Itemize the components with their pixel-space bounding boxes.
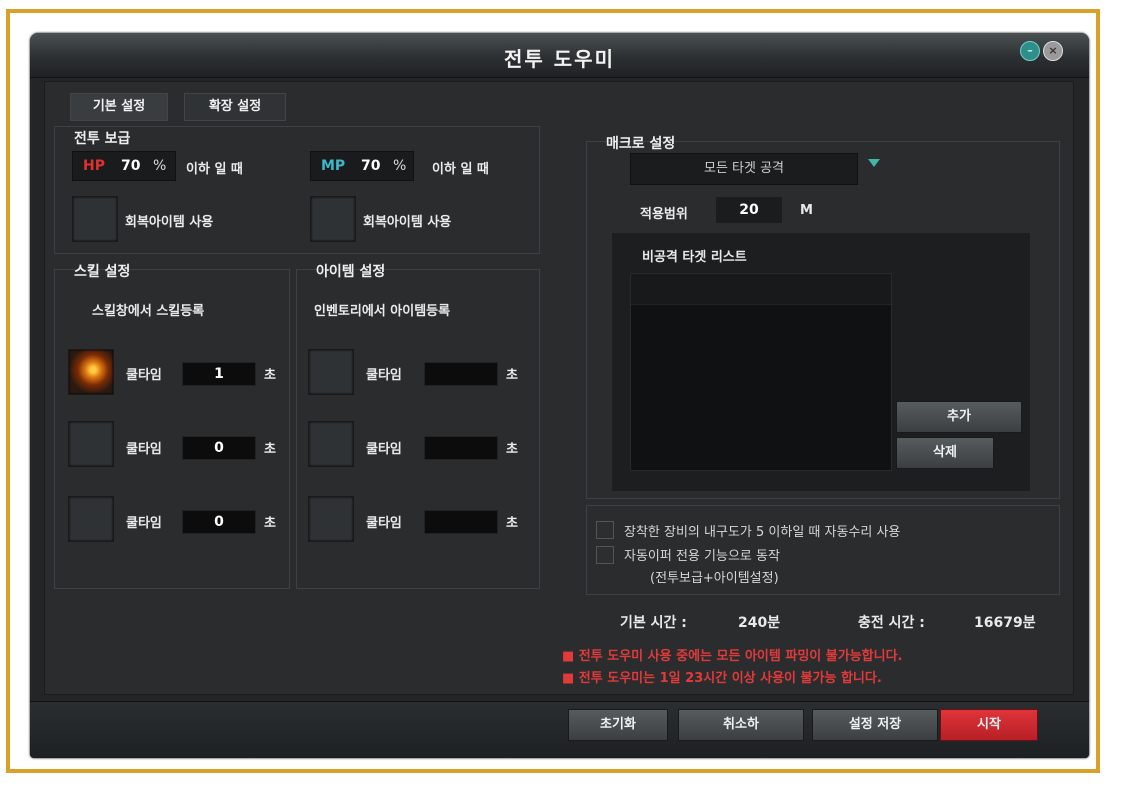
supply-only-sublabel: (전투보급+아이템설정) [650, 571, 779, 586]
supply-only-checkbox[interactable] [596, 546, 614, 564]
auto-repair-label: 장착한 장비의 내구도가 5 이하일 때 자동수리 사용 [624, 525, 901, 540]
battle-helper-window: 전투 도우미 – × 기본 설정 확장 설정 전투 보급 HP 70 % 이하 … [30, 33, 1089, 758]
charge-time-label: 충전 시간 : [858, 615, 925, 631]
item-label: 아이템 설정 [316, 264, 386, 280]
non-attack-target-list[interactable] [630, 273, 892, 471]
chevron-down-icon[interactable] [868, 159, 880, 167]
add-button[interactable]: 추가 [896, 401, 1022, 433]
mp-condition: 이하 일 때 [432, 162, 489, 177]
tab-extended-settings[interactable]: 확장 설정 [184, 93, 286, 121]
close-icon[interactable]: × [1043, 41, 1063, 61]
skill-slot-3[interactable] [68, 496, 114, 542]
skill-cooldown-label-1: 쿨타임 [126, 368, 162, 383]
item-hint: 인벤토리에서 아이템등록 [314, 304, 451, 319]
base-time-label: 기본 시간 : [620, 615, 687, 631]
mp-item-slot[interactable] [310, 196, 356, 242]
skill-label: 스킬 설정 [74, 264, 131, 280]
reset-button[interactable]: 초기화 [568, 709, 668, 741]
skill-cooldown-label-2: 쿨타임 [126, 442, 162, 457]
mp-label: MP [321, 158, 346, 174]
warning-line-2: ■ 전투 도우미는 1일 23시간 이상 사용이 불가능 합니다. [562, 671, 882, 686]
target-mode-select[interactable]: 모든 타겟 공격 [630, 153, 858, 185]
supply-label: 전투 보급 [74, 131, 131, 147]
hp-item-slot[interactable] [72, 196, 118, 242]
macro-label: 매크로 설정 [606, 136, 676, 152]
item-cooldown-input-3[interactable] [424, 510, 498, 534]
hp-unit: % [153, 158, 167, 174]
hp-value: 70 [121, 158, 141, 174]
range-input[interactable]: 20 [716, 197, 782, 223]
item-cooldown-input-2[interactable] [424, 436, 498, 460]
item-slot-2[interactable] [308, 421, 354, 467]
tab-basic-settings[interactable]: 기본 설정 [70, 93, 168, 121]
item-cooldown-unit-1: 초 [506, 368, 518, 383]
warning-line-1: ■ 전투 도우미 사용 중에는 모든 아이템 파밍이 불가능합니다. [562, 649, 903, 664]
hp-threshold-field[interactable]: HP 70 % [72, 151, 176, 181]
item-cooldown-label-3: 쿨타임 [366, 516, 402, 531]
skill-cooldown-unit-1: 초 [264, 368, 276, 383]
skill-cooldown-unit-2: 초 [264, 442, 276, 457]
window-title: 전투 도우미 [504, 47, 615, 71]
mp-threshold-field[interactable]: MP 70 % [310, 151, 414, 181]
item-cooldown-input-1[interactable] [424, 362, 498, 386]
mp-value: 70 [361, 158, 381, 174]
item-cooldown-unit-3: 초 [506, 516, 518, 531]
non-attack-list-label: 비공격 타겟 리스트 [642, 250, 747, 265]
range-unit: M [800, 203, 813, 218]
save-settings-button[interactable]: 설정 저장 [812, 709, 938, 741]
start-button[interactable]: 시작 [940, 709, 1038, 741]
hp-label: HP [83, 158, 105, 174]
list-header-row [631, 274, 891, 305]
mp-item-label: 회복아이템 사용 [363, 215, 452, 230]
item-slot-3[interactable] [308, 496, 354, 542]
hp-item-label: 회복아이템 사용 [125, 215, 214, 230]
mp-unit: % [393, 158, 407, 174]
skill-slot-2[interactable] [68, 421, 114, 467]
skill-hint: 스킬창에서 스킬등록 [92, 304, 205, 319]
skill-cooldown-input-1[interactable]: 1 [182, 362, 256, 386]
cancel-button[interactable]: 취소하 [678, 709, 804, 741]
skill-cooldown-label-3: 쿨타임 [126, 516, 162, 531]
skill-cooldown-unit-3: 초 [264, 516, 276, 531]
skill-slot-1[interactable] [68, 349, 114, 395]
item-slot-1[interactable] [308, 349, 354, 395]
charge-time-value: 16679분 [974, 615, 1036, 631]
supply-only-label: 자동이퍼 전용 기능으로 동작 [624, 549, 780, 564]
skill-cooldown-input-3[interactable]: 0 [182, 510, 256, 534]
item-cooldown-label-2: 쿨타임 [366, 442, 402, 457]
auto-repair-checkbox[interactable] [596, 521, 614, 539]
item-cooldown-label-1: 쿨타임 [366, 368, 402, 383]
skill-cooldown-input-2[interactable]: 0 [182, 436, 256, 460]
item-cooldown-unit-2: 초 [506, 442, 518, 457]
delete-button[interactable]: 삭제 [896, 437, 994, 469]
title-bar[interactable]: 전투 도우미 – × [30, 33, 1089, 78]
base-time-value: 240분 [738, 615, 781, 631]
hp-condition: 이하 일 때 [186, 162, 243, 177]
minimize-icon[interactable]: – [1020, 41, 1040, 61]
range-label: 적용범위 [640, 207, 688, 222]
